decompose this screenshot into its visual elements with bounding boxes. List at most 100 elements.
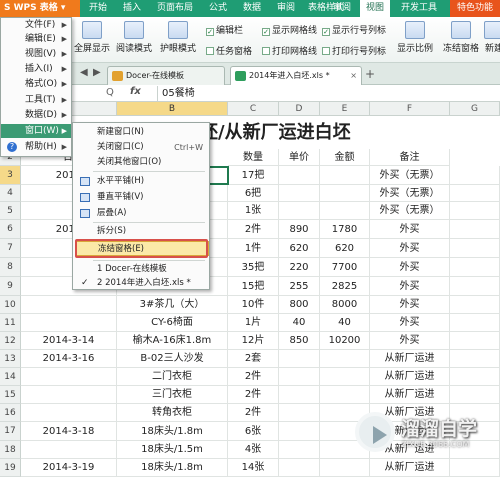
table-cell[interactable]: 外买 xyxy=(370,314,450,332)
editbar-checkbox[interactable]: ✓ 编辑栏 xyxy=(206,23,243,36)
table-cell[interactable]: 8000 xyxy=(320,296,370,314)
show-gridlines-checkbox[interactable]: ✓ 显示网格线 xyxy=(262,23,317,36)
table-cell[interactable]: 2014-3-16 xyxy=(21,350,117,368)
row-header[interactable]: 17 xyxy=(0,422,21,441)
app-menu-view[interactable]: 视图(V) ▶ xyxy=(1,47,71,61)
table-cell[interactable]: 榆木A-16床1.8m xyxy=(117,332,228,350)
table-cell[interactable] xyxy=(279,441,320,459)
table-cell[interactable]: 18床头/1.8m xyxy=(117,459,228,477)
table-cell[interactable]: 2014-3-18 xyxy=(21,422,117,441)
tab-review-alt[interactable]: 审阅 xyxy=(328,0,356,17)
table-cell[interactable] xyxy=(450,368,500,386)
app-menu-window[interactable]: 窗口(W) ▶ xyxy=(1,124,71,138)
table-cell[interactable] xyxy=(21,296,117,314)
table-cell[interactable]: 二门衣柜 xyxy=(117,368,228,386)
table-cell[interactable]: 6张 xyxy=(228,422,279,441)
table-cell[interactable]: 三门衣柜 xyxy=(117,386,228,404)
zoom-button[interactable]: 显示比例 xyxy=(394,21,436,54)
app-menu-format[interactable]: 格式(O) ▶ xyxy=(1,77,71,91)
table-cell[interactable]: 2014-3-14 xyxy=(21,332,117,350)
table-cell[interactable] xyxy=(279,202,320,220)
table-cell[interactable] xyxy=(279,386,320,404)
table-cell[interactable]: 7700 xyxy=(320,258,370,277)
eye-protect-button[interactable]: 护眼模式 xyxy=(156,21,200,54)
fx-icon[interactable]: fx xyxy=(130,86,141,97)
column-header-g[interactable]: G xyxy=(450,102,500,116)
table-cell[interactable] xyxy=(279,368,320,386)
table-cell[interactable] xyxy=(450,350,500,368)
table-cell[interactable]: 17把 xyxy=(228,166,279,185)
search-icon[interactable]: Q xyxy=(106,87,114,98)
app-menu-tools[interactable]: 工具(T) ▶ xyxy=(1,93,71,107)
tab-insert[interactable]: 插入 xyxy=(118,0,146,17)
header-note[interactable]: 备注 xyxy=(370,149,450,166)
add-tab-icon[interactable]: + xyxy=(365,67,375,81)
table-cell[interactable]: 2套 xyxy=(228,350,279,368)
table-cell[interactable] xyxy=(21,368,117,386)
table-cell[interactable] xyxy=(450,220,500,239)
tab-view[interactable]: 视图 xyxy=(360,0,390,17)
table-cell[interactable] xyxy=(450,202,500,220)
table-cell[interactable]: 6把 xyxy=(228,185,279,202)
tab-page-layout[interactable]: 页面布局 xyxy=(153,0,197,17)
tab-home[interactable]: 开始 xyxy=(84,0,112,17)
table-cell[interactable] xyxy=(279,404,320,422)
row-header[interactable]: 16 xyxy=(0,404,21,422)
table-cell[interactable]: 从新厂运进 xyxy=(370,350,450,368)
table-cell[interactable] xyxy=(320,350,370,368)
row-header[interactable]: 15 xyxy=(0,386,21,404)
table-cell[interactable]: 1780 xyxy=(320,220,370,239)
table-cell[interactable]: 1张 xyxy=(228,202,279,220)
tab-review[interactable]: 审阅 xyxy=(272,0,300,17)
app-menu-insert[interactable]: 插入(I) ▶ xyxy=(1,62,71,76)
table-cell[interactable]: 800 xyxy=(279,296,320,314)
table-cell[interactable]: 外买 xyxy=(370,332,450,350)
header-amount[interactable]: 金额 xyxy=(320,149,370,166)
row-header[interactable]: 13 xyxy=(0,350,21,368)
table-cell[interactable]: 外买 xyxy=(370,277,450,296)
column-header-b[interactable]: B xyxy=(117,102,228,116)
app-menu-data[interactable]: 数据(D) ▶ xyxy=(1,108,71,122)
tab-special-features[interactable]: 特色功能 xyxy=(450,0,500,17)
table-cell[interactable] xyxy=(21,314,117,332)
table-cell[interactable]: 转角衣柜 xyxy=(117,404,228,422)
print-gridlines-checkbox[interactable]: 打印网格线 xyxy=(262,44,317,57)
table-cell[interactable]: 14张 xyxy=(228,459,279,477)
table-cell[interactable] xyxy=(21,404,117,422)
table-cell[interactable] xyxy=(320,185,370,202)
table-cell[interactable]: 18床头/1.8m xyxy=(117,422,228,441)
show-headers-checkbox[interactable]: ✓ 显示行号列标 xyxy=(322,23,386,36)
table-cell[interactable] xyxy=(450,332,500,350)
table-cell[interactable] xyxy=(450,239,500,258)
table-cell[interactable] xyxy=(450,314,500,332)
table-cell[interactable]: 10200 xyxy=(320,332,370,350)
row-header[interactable]: 5 xyxy=(0,202,21,220)
table-cell[interactable]: 外买 xyxy=(370,220,450,239)
table-cell[interactable] xyxy=(450,185,500,202)
menu-tile-horizontal[interactable]: 水平平铺(H) xyxy=(75,174,209,189)
table-cell[interactable] xyxy=(279,422,320,441)
column-header-f[interactable]: F xyxy=(370,102,450,116)
tab-scroll-left-icon[interactable]: ◀ xyxy=(80,67,88,78)
table-cell[interactable] xyxy=(279,185,320,202)
row-header[interactable]: 12 xyxy=(0,332,21,350)
table-cell[interactable]: 40 xyxy=(320,314,370,332)
table-cell[interactable]: 外买（无票） xyxy=(370,166,450,185)
app-menu-file[interactable]: 文件(F) ▶ xyxy=(1,18,71,32)
table-cell[interactable]: 850 xyxy=(279,332,320,350)
row-header[interactable]: 9 xyxy=(0,277,21,296)
row-header[interactable]: 14 xyxy=(0,368,21,386)
app-menu-help[interactable]: ? 帮助(H) ▶ xyxy=(1,140,71,154)
table-cell[interactable]: 35把 xyxy=(228,258,279,277)
table-cell[interactable]: 外买 xyxy=(370,239,450,258)
tab-developer[interactable]: 开发工具 xyxy=(396,0,442,17)
table-cell[interactable]: 2件 xyxy=(228,404,279,422)
table-cell[interactable]: 620 xyxy=(279,239,320,258)
table-cell[interactable] xyxy=(279,350,320,368)
formula-input[interactable]: 05餐椅 xyxy=(157,86,500,101)
row-header[interactable]: 18 xyxy=(0,441,21,459)
table-cell[interactable]: 3#茶几（大） xyxy=(117,296,228,314)
table-cell[interactable]: 外买 xyxy=(370,258,450,277)
table-cell[interactable] xyxy=(320,166,370,185)
row-header[interactable]: 6 xyxy=(0,220,21,239)
